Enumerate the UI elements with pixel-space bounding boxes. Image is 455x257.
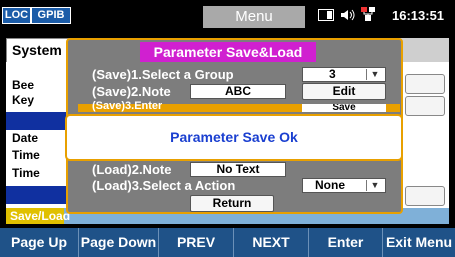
bg-label-time: Time bbox=[12, 148, 40, 162]
chevron-down-icon: ▼ bbox=[366, 69, 383, 80]
bg-button-1[interactable] bbox=[405, 74, 445, 94]
speaker-icon bbox=[340, 8, 356, 25]
bg-label-beep: Bee bbox=[12, 78, 35, 92]
save-note-label: (Save)2.Note bbox=[92, 84, 171, 99]
dialog-title: Parameter Save&Load bbox=[140, 42, 316, 62]
menu-title: Menu bbox=[203, 6, 305, 28]
clock: 16:13:51 bbox=[392, 8, 445, 23]
load-action-label: (Load)3.Select a Action bbox=[92, 178, 236, 193]
loc-indicator: LOC bbox=[2, 7, 31, 24]
save-group-label: (Save)1.Select a Group bbox=[92, 67, 234, 82]
gpib-indicator: GPIB bbox=[31, 7, 71, 24]
load-action-select[interactable]: None ▼ bbox=[302, 178, 386, 193]
bg-highlight-bar-2 bbox=[6, 186, 66, 204]
edit-button[interactable]: Edit bbox=[302, 83, 386, 100]
load-note-label: (Load)2.Note bbox=[92, 162, 172, 177]
return-button[interactable]: Return bbox=[190, 195, 274, 212]
save-button[interactable]: Save bbox=[302, 104, 386, 112]
prev-button[interactable]: PREV bbox=[159, 228, 234, 257]
status-icons bbox=[318, 7, 377, 25]
memory-icon bbox=[318, 8, 334, 25]
bg-button-2[interactable] bbox=[405, 96, 445, 116]
popup-message: Parameter Save Ok bbox=[170, 129, 298, 145]
bg-label-timezone: Time bbox=[12, 166, 40, 180]
page-up-button[interactable]: Page Up bbox=[0, 228, 79, 257]
bg-label-key: Key bbox=[12, 93, 35, 107]
save-enter-label: (Save)3.Enter bbox=[92, 100, 163, 112]
chevron-down-icon: ▼ bbox=[366, 180, 383, 191]
save-group-value: 3 bbox=[329, 67, 336, 81]
enter-button[interactable]: Enter bbox=[309, 228, 383, 257]
bg-label-date: Date bbox=[12, 131, 39, 145]
save-note-field[interactable]: ABC bbox=[190, 84, 286, 99]
bg-button-3[interactable] bbox=[405, 186, 445, 206]
next-button[interactable]: NEXT bbox=[234, 228, 309, 257]
save-group-select[interactable]: 3 ▼ bbox=[302, 67, 386, 82]
bg-highlight-bar bbox=[6, 112, 66, 130]
usb-network-icon bbox=[361, 7, 376, 25]
exit-menu-button[interactable]: Exit Menu bbox=[383, 228, 455, 257]
page-down-button[interactable]: Page Down bbox=[79, 228, 159, 257]
bg-save-load-row[interactable]: Save/Load bbox=[6, 208, 70, 224]
load-action-value: None bbox=[315, 178, 345, 192]
load-note-field[interactable]: No Text bbox=[190, 162, 286, 177]
